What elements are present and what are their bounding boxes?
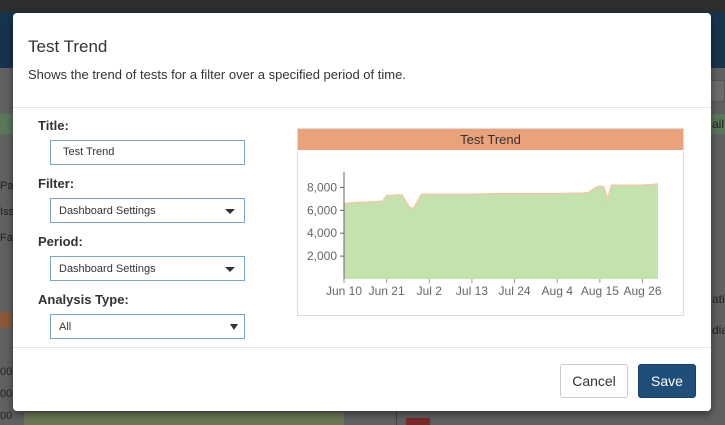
save-button[interactable]: Save	[638, 364, 696, 398]
chevron-down-icon	[225, 267, 235, 272]
background-orange-block	[0, 312, 12, 328]
y-tick-label: 8,000	[307, 180, 337, 194]
cancel-button[interactable]: Cancel	[560, 364, 628, 398]
background-text-fragment: Fa	[0, 232, 13, 244]
series-area	[344, 184, 658, 279]
title-input[interactable]: Test Trend	[50, 140, 245, 165]
period-label: Period:	[38, 234, 83, 249]
filter-select[interactable]: Dashboard Settings	[50, 198, 245, 223]
background-green-block	[0, 114, 14, 134]
analysis-type-label: Analysis Type:	[38, 292, 129, 307]
filter-label: Filter:	[38, 176, 75, 191]
chevron-down-icon	[225, 209, 235, 214]
filter-select-value: Dashboard Settings	[59, 205, 156, 217]
background-red-block	[406, 418, 430, 425]
background-text-fragment: ail	[712, 117, 725, 131]
chart-title: Test Trend	[298, 129, 683, 150]
analysis-type-select-value: All	[59, 321, 72, 333]
analysis-type-select[interactable]: All	[50, 314, 245, 339]
period-select[interactable]: Dashboard Settings	[50, 256, 245, 281]
test-trend-dialog: Test Trend Shows the trend of tests for …	[13, 13, 711, 411]
test-trend-chart: Test Trend 2,000 4,000 6,000 8,000 Jun 10 Jun…	[297, 128, 684, 316]
dialog-footer: Cancel Save	[13, 347, 711, 411]
x-tick-label: Aug 4	[542, 284, 574, 298]
dialog-subtitle: Shows the trend of tests for a filter ov…	[28, 67, 406, 82]
background-text-fragment: dia	[712, 323, 725, 337]
dialog-title: Test Trend	[28, 37, 108, 56]
x-tick-label: Aug 26	[623, 284, 661, 298]
chart-plot: 2,000 4,000 6,000 8,000 Jun 10 Jun 21 Jul 2 Jul…	[307, 172, 662, 298]
background-text-fragment: 00	[0, 366, 13, 378]
y-tick-label: 4,000	[307, 226, 337, 240]
title-label: Title:	[38, 118, 69, 133]
x-tick-label: Aug 15	[581, 284, 619, 298]
background-panel	[24, 412, 344, 425]
background-divider	[396, 410, 397, 425]
y-tick-label: 6,000	[307, 203, 337, 217]
x-tick-label: Jul 13	[456, 284, 488, 298]
background-text-fragment: atic	[712, 292, 725, 306]
period-select-value: Dashboard Settings	[59, 263, 156, 275]
background-text-fragment: 00	[0, 388, 13, 400]
background-top-bar	[0, 0, 725, 12]
x-tick-label: Jul 24	[499, 284, 531, 298]
background-text-fragment: Iss	[0, 206, 15, 218]
chevron-down-icon	[230, 324, 238, 330]
x-tick-label: Jun 21	[369, 284, 405, 298]
x-tick-label: Jul 2	[417, 284, 443, 298]
dialog-header: Test Trend Shows the trend of tests for …	[13, 13, 711, 108]
background-text-fragment: 00	[0, 410, 13, 422]
x-tick-label: Jun 10	[326, 284, 362, 298]
y-tick-label: 2,000	[307, 249, 337, 263]
